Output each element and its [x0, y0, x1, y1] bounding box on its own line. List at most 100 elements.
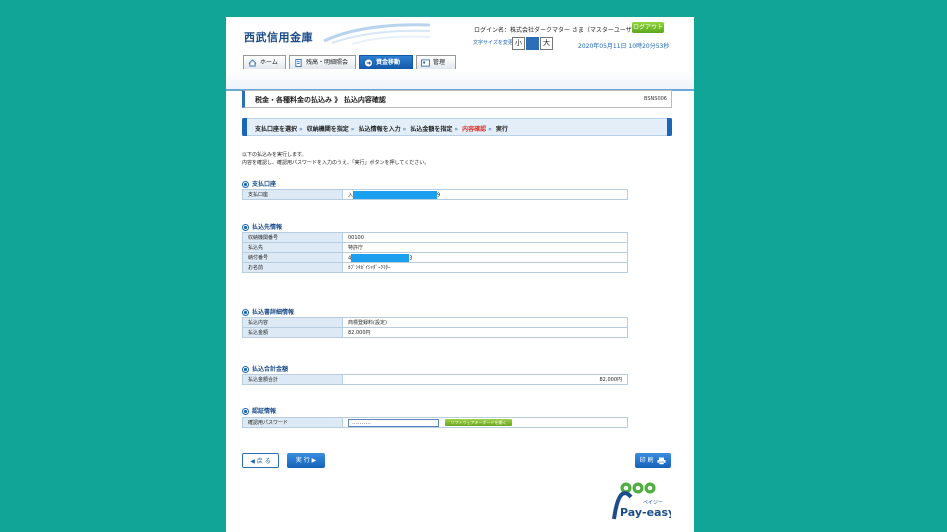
steps-row: 支払口座を選択» 収納機関を指定» 払込情報を入力» 払込金額を指定» 内容確認… [255, 124, 508, 133]
password-label: 確認用パスワード [242, 417, 343, 428]
section-title-payee: 払込先情報 [242, 222, 282, 231]
progress-steps: 支払口座を選択» 収納機関を指定» 払込情報を入力» 払込金額を指定» 内容確認… [242, 118, 672, 136]
redaction-mask [353, 190, 438, 199]
total-amount-value: 82,000円 [342, 374, 628, 385]
section-title-detail: 払込書詳細情報 [242, 307, 294, 316]
account-table: 支払口座 入9 [242, 189, 628, 200]
home-icon [248, 58, 257, 67]
steps-left-cap [242, 118, 247, 136]
step-arrow-icon: » [402, 126, 407, 133]
payeasy-logo-icon: ペイジー Pay-easy [612, 482, 671, 520]
page-container: 西武信用金庫 ログイン名：株式会社ダークマター さま（マスターユーザ） ログアウ… [226, 17, 694, 532]
account-label: 支払口座 [242, 189, 343, 200]
tab-transfer-label: 資金移動 [376, 59, 401, 66]
login-name: ログイン名：株式会社ダークマター さま（マスターユーザ） [474, 27, 638, 34]
payee-name-value: 特許庁 [342, 242, 628, 253]
manage-icon [421, 58, 430, 67]
back-button[interactable]: ◀ 戻 る [242, 453, 279, 468]
step-2: 収納機関を指定 [306, 126, 349, 133]
print-label: 印 刷 [639, 457, 654, 464]
printer-icon [657, 457, 666, 465]
auth-table: 確認用パスワード .......... ソフトウェアキーボードを開く [242, 417, 628, 428]
password-cell: .......... ソフトウェアキーボードを開く [342, 417, 628, 428]
fontsize-medium-button[interactable] [526, 37, 539, 50]
section-detail-title: 払込書詳細情報 [252, 309, 295, 316]
tab-home[interactable]: ホーム [243, 55, 286, 69]
payment-amount-label: 払込金額 [242, 327, 343, 338]
table-row: 払込先 特許庁 [242, 242, 628, 253]
step-3: 払込情報を入力 [358, 126, 401, 133]
total-table: 払込金額合計 82,000円 [242, 374, 628, 385]
intro-line-1: 以下の払込みを実行します。 [242, 152, 307, 158]
payee-table: 収納機関番号 00100 払込先 特許庁 納付番号 43 お名前 ｶﾌﾞｼｷｶﾞ… [242, 232, 628, 273]
fontsize-large-button[interactable]: 大 [540, 37, 553, 50]
tab-manage-label: 管理 [433, 59, 446, 66]
section-bullet-icon [242, 366, 249, 373]
payee-name-label: 払込先 [242, 242, 343, 253]
page-titlebar: 税金・各種料金の払込み 》 払込内容確認 BSNS006 [242, 90, 672, 108]
payment-content-label: 払込内容 [242, 317, 343, 328]
intro-text: 以下の払込みを実行します。 内容を確認し、確認用パスワードを入力のうえ、「実行」… [242, 151, 429, 167]
svg-text:Pay-easy: Pay-easy [620, 506, 671, 519]
customer-name-value: ｶﾌﾞｼｷｶﾞｲｼｬﾀﾞｰｸﾏﾀｰ [342, 262, 628, 273]
section-total-title: 払込合計金額 [252, 366, 289, 373]
payment-number-label: 納付番号 [242, 252, 343, 263]
section-payee-title: 払込先情報 [252, 224, 283, 231]
print-button[interactable]: 印 刷 [635, 453, 671, 468]
section-title-total: 払込合計金額 [242, 364, 288, 373]
section-bullet-icon [242, 181, 249, 188]
transfer-icon [364, 58, 373, 67]
customer-name-label: お名前 [242, 262, 343, 273]
table-row: お名前 ｶﾌﾞｼｷｶﾞｲｼｬﾀﾞｰｸﾏﾀｰ [242, 262, 628, 273]
screen-code: BSNS006 [644, 96, 667, 102]
execute-button[interactable]: 実 行 ▶ [287, 453, 325, 468]
fontsize-label: 文字サイズを変更 [473, 40, 513, 46]
logout-button[interactable]: ログアウト [632, 22, 664, 33]
payee-org-number-label: 収納機関番号 [242, 232, 343, 243]
payment-amount-value: 82,000円 [342, 327, 628, 338]
account-suffix: 9 [437, 192, 441, 198]
redaction-mask [351, 253, 410, 262]
payment-number-value: 43 [342, 252, 628, 263]
tab-manage[interactable]: 管理 [416, 55, 456, 69]
step-arrow-icon: » [454, 126, 459, 133]
section-bullet-icon [242, 224, 249, 231]
document-icon [295, 58, 302, 67]
step-arrow-icon: » [350, 126, 355, 133]
detail-table: 払込内容 商標登録料(設定) 払込金額 82,000円 [242, 317, 628, 338]
section-bullet-icon [242, 309, 249, 316]
tab-fund-transfer[interactable]: 資金移動 [359, 55, 413, 69]
payment-number-suffix: 3 [409, 255, 413, 261]
table-row: 支払口座 入9 [242, 189, 628, 200]
section-title-auth: 認証情報 [242, 406, 276, 415]
table-row: 払込金額合計 82,000円 [242, 374, 628, 385]
table-row: 収納機関番号 00100 [242, 232, 628, 243]
bank-logo[interactable]: 西武信用金庫 [244, 29, 313, 45]
step-arrow-icon: » [488, 126, 492, 133]
payment-content-value: 商標登録料(設定) [342, 317, 628, 328]
fontsize-small-button[interactable]: 小 [512, 37, 525, 50]
step-4: 払込金額を指定 [410, 126, 453, 133]
intro-line-2: 内容を確認し、確認用パスワードを入力のうえ、「実行」ボタンを押してください。 [242, 160, 430, 166]
total-amount-label: 払込金額合計 [242, 374, 343, 385]
software-keyboard-button[interactable]: ソフトウェアキーボードを開く [445, 419, 512, 426]
confirm-password-input[interactable]: .......... [348, 418, 439, 427]
step-5-current: 内容確認 [462, 126, 487, 133]
section-bullet-icon [242, 408, 249, 415]
account-value: 入9 [342, 189, 628, 200]
page-title: 税金・各種料金の払込み 》 払込内容確認 [255, 96, 386, 104]
step-arrow-icon: » [299, 126, 303, 133]
step-1: 支払口座を選択 [255, 126, 298, 133]
tab-balance-inquiry[interactable]: 残高・明細照会 [289, 55, 356, 69]
table-row: 払込内容 商標登録料(設定) [242, 317, 628, 328]
step-6: 実行 [495, 126, 508, 133]
logo-waves-icon [323, 23, 431, 45]
tab-balance-label: 残高・明細照会 [306, 59, 349, 66]
tab-home-label: ホーム [260, 59, 278, 66]
header: 西武信用金庫 ログイン名：株式会社ダークマター さま（マスターユーザ） ログアウ… [226, 17, 694, 91]
section-account-title: 支払口座 [252, 181, 277, 188]
payee-org-number-value: 00100 [342, 232, 628, 243]
section-title-account: 支払口座 [242, 179, 276, 188]
steps-right-cap [667, 118, 672, 136]
table-row: 払込金額 82,000円 [242, 327, 628, 338]
